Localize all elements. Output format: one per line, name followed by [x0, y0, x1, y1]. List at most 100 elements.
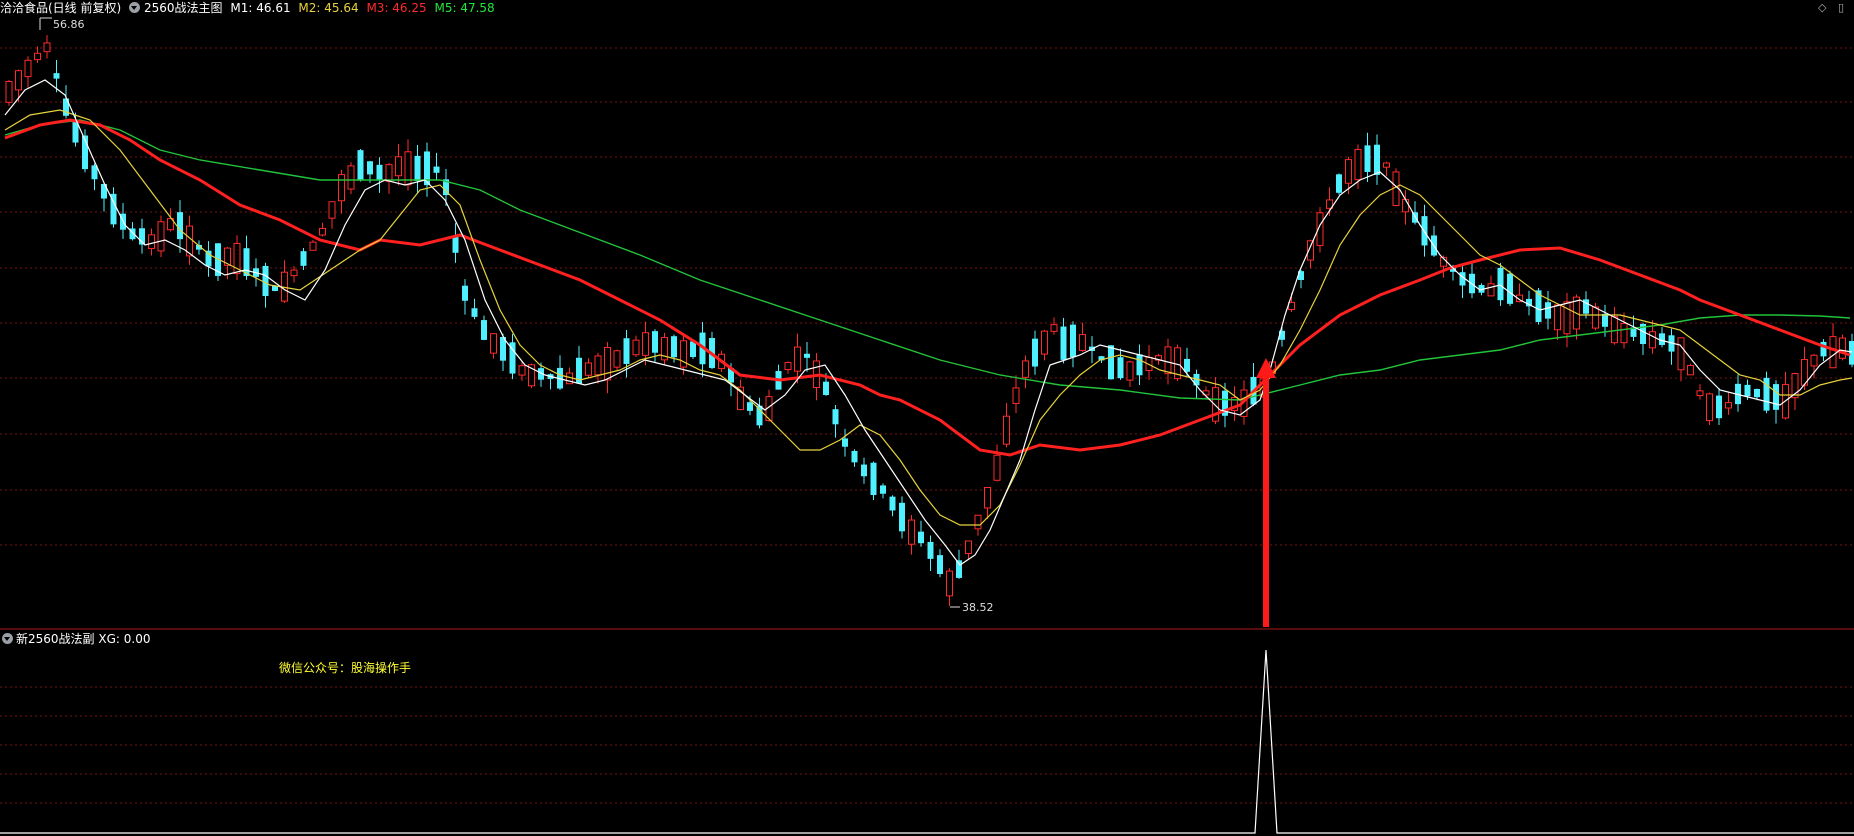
- candle-up: [1022, 360, 1029, 378]
- candle-up: [1677, 337, 1685, 371]
- candle-up: [1554, 304, 1561, 331]
- candle-down: [1602, 313, 1608, 327]
- candle-up: [1725, 402, 1732, 409]
- candle-up: [1706, 393, 1713, 422]
- candle-down: [1032, 338, 1038, 367]
- candle-up: [24, 59, 32, 78]
- candle-down: [53, 73, 60, 79]
- candle-down: [889, 496, 896, 511]
- candle-up: [1354, 148, 1362, 181]
- candle-down: [1070, 324, 1076, 358]
- candle-down: [1184, 358, 1190, 372]
- signal-arrow-shaft: [1263, 375, 1269, 627]
- candle-up: [784, 362, 792, 371]
- candle-down: [1117, 357, 1124, 379]
- kline-chart[interactable]: [0, 0, 1854, 836]
- candle-up: [43, 42, 51, 53]
- candle-up: [290, 269, 298, 277]
- candle-up: [1050, 324, 1058, 332]
- candle-up: [385, 164, 393, 182]
- candle-up: [15, 70, 22, 91]
- candle-down: [177, 212, 183, 240]
- candle-down: [1754, 388, 1760, 398]
- candle-up: [604, 347, 611, 381]
- candle-up: [328, 201, 336, 219]
- candle-up: [309, 241, 317, 251]
- candle-up: [157, 221, 165, 252]
- candle-up: [908, 519, 915, 545]
- candle-up: [613, 350, 621, 368]
- candle-down: [1545, 302, 1551, 319]
- candle-up: [1592, 306, 1599, 329]
- collapse-icon[interactable]: [2, 633, 13, 644]
- sub-chart-header: 新2560战法副 XG: 0.00: [2, 632, 150, 646]
- candle-down: [804, 353, 810, 358]
- candle-up: [594, 355, 602, 376]
- m5-line: [4, 119, 1851, 401]
- candle-up: [5, 81, 13, 103]
- candle-down: [367, 161, 373, 175]
- xg-signal-line: [0, 649, 1854, 834]
- candle-up: [338, 174, 345, 202]
- candle-up: [1649, 331, 1656, 349]
- candle-up: [1079, 334, 1086, 351]
- candle-up: [974, 514, 982, 530]
- candle-up: [1839, 337, 1846, 359]
- candle-up: [1402, 198, 1409, 213]
- candle-up: [642, 332, 649, 356]
- candle-up: [347, 165, 355, 190]
- candle-down: [623, 338, 630, 364]
- candle-up: [1345, 159, 1352, 184]
- candle-down: [671, 336, 677, 358]
- candle-up: [984, 486, 991, 509]
- candle-down: [72, 122, 79, 143]
- high-price-label: 56.86: [53, 18, 85, 31]
- candle-down: [880, 485, 886, 494]
- candle-up: [319, 227, 326, 236]
- candle-up: [1810, 354, 1818, 367]
- candle-up: [148, 234, 155, 250]
- candle-up: [1164, 346, 1172, 375]
- candle-down: [652, 331, 658, 353]
- candle-up: [518, 365, 526, 376]
- candle-up: [1829, 336, 1837, 369]
- candle-up: [1126, 361, 1134, 381]
- candle-up: [1041, 330, 1048, 355]
- candle-down: [927, 541, 934, 559]
- candle-up: [993, 454, 1001, 481]
- candle-down: [899, 502, 905, 532]
- candle-up: [632, 339, 640, 356]
- candle-down: [1773, 384, 1779, 410]
- candle-up: [794, 346, 801, 372]
- wechat-text: 微信公众号：股海操作手: [279, 661, 412, 675]
- candle-up: [946, 570, 953, 597]
- candle-up: [1563, 301, 1571, 335]
- candle-up: [1696, 390, 1704, 397]
- candle-down: [433, 166, 440, 173]
- candle-down: [937, 555, 943, 575]
- candle-down: [1659, 333, 1665, 345]
- candle-up: [965, 540, 972, 554]
- candle-down: [861, 464, 867, 477]
- candle-down: [1849, 340, 1854, 365]
- candle-up: [1003, 415, 1010, 445]
- candle-down: [471, 308, 478, 317]
- low-price-label: 38.52: [962, 601, 994, 614]
- candle-down: [1744, 384, 1751, 397]
- candle-down: [851, 451, 858, 463]
- candle-down: [832, 409, 839, 425]
- candle-down: [1136, 354, 1143, 376]
- candle-up: [1687, 364, 1694, 376]
- candle-down: [1507, 273, 1513, 304]
- candle-down: [1108, 345, 1114, 380]
- candle-down: [1716, 395, 1722, 419]
- candle-down: [414, 155, 421, 181]
- xg-value: XG: 0.00: [98, 632, 151, 646]
- candle-up: [1383, 162, 1390, 168]
- candle-down: [1336, 174, 1342, 193]
- candle-down: [262, 265, 269, 297]
- candle-up: [585, 362, 592, 376]
- sub-indicator-name[interactable]: 新2560战法副: [16, 632, 95, 646]
- candle-down: [376, 164, 383, 181]
- candle-down: [462, 285, 468, 301]
